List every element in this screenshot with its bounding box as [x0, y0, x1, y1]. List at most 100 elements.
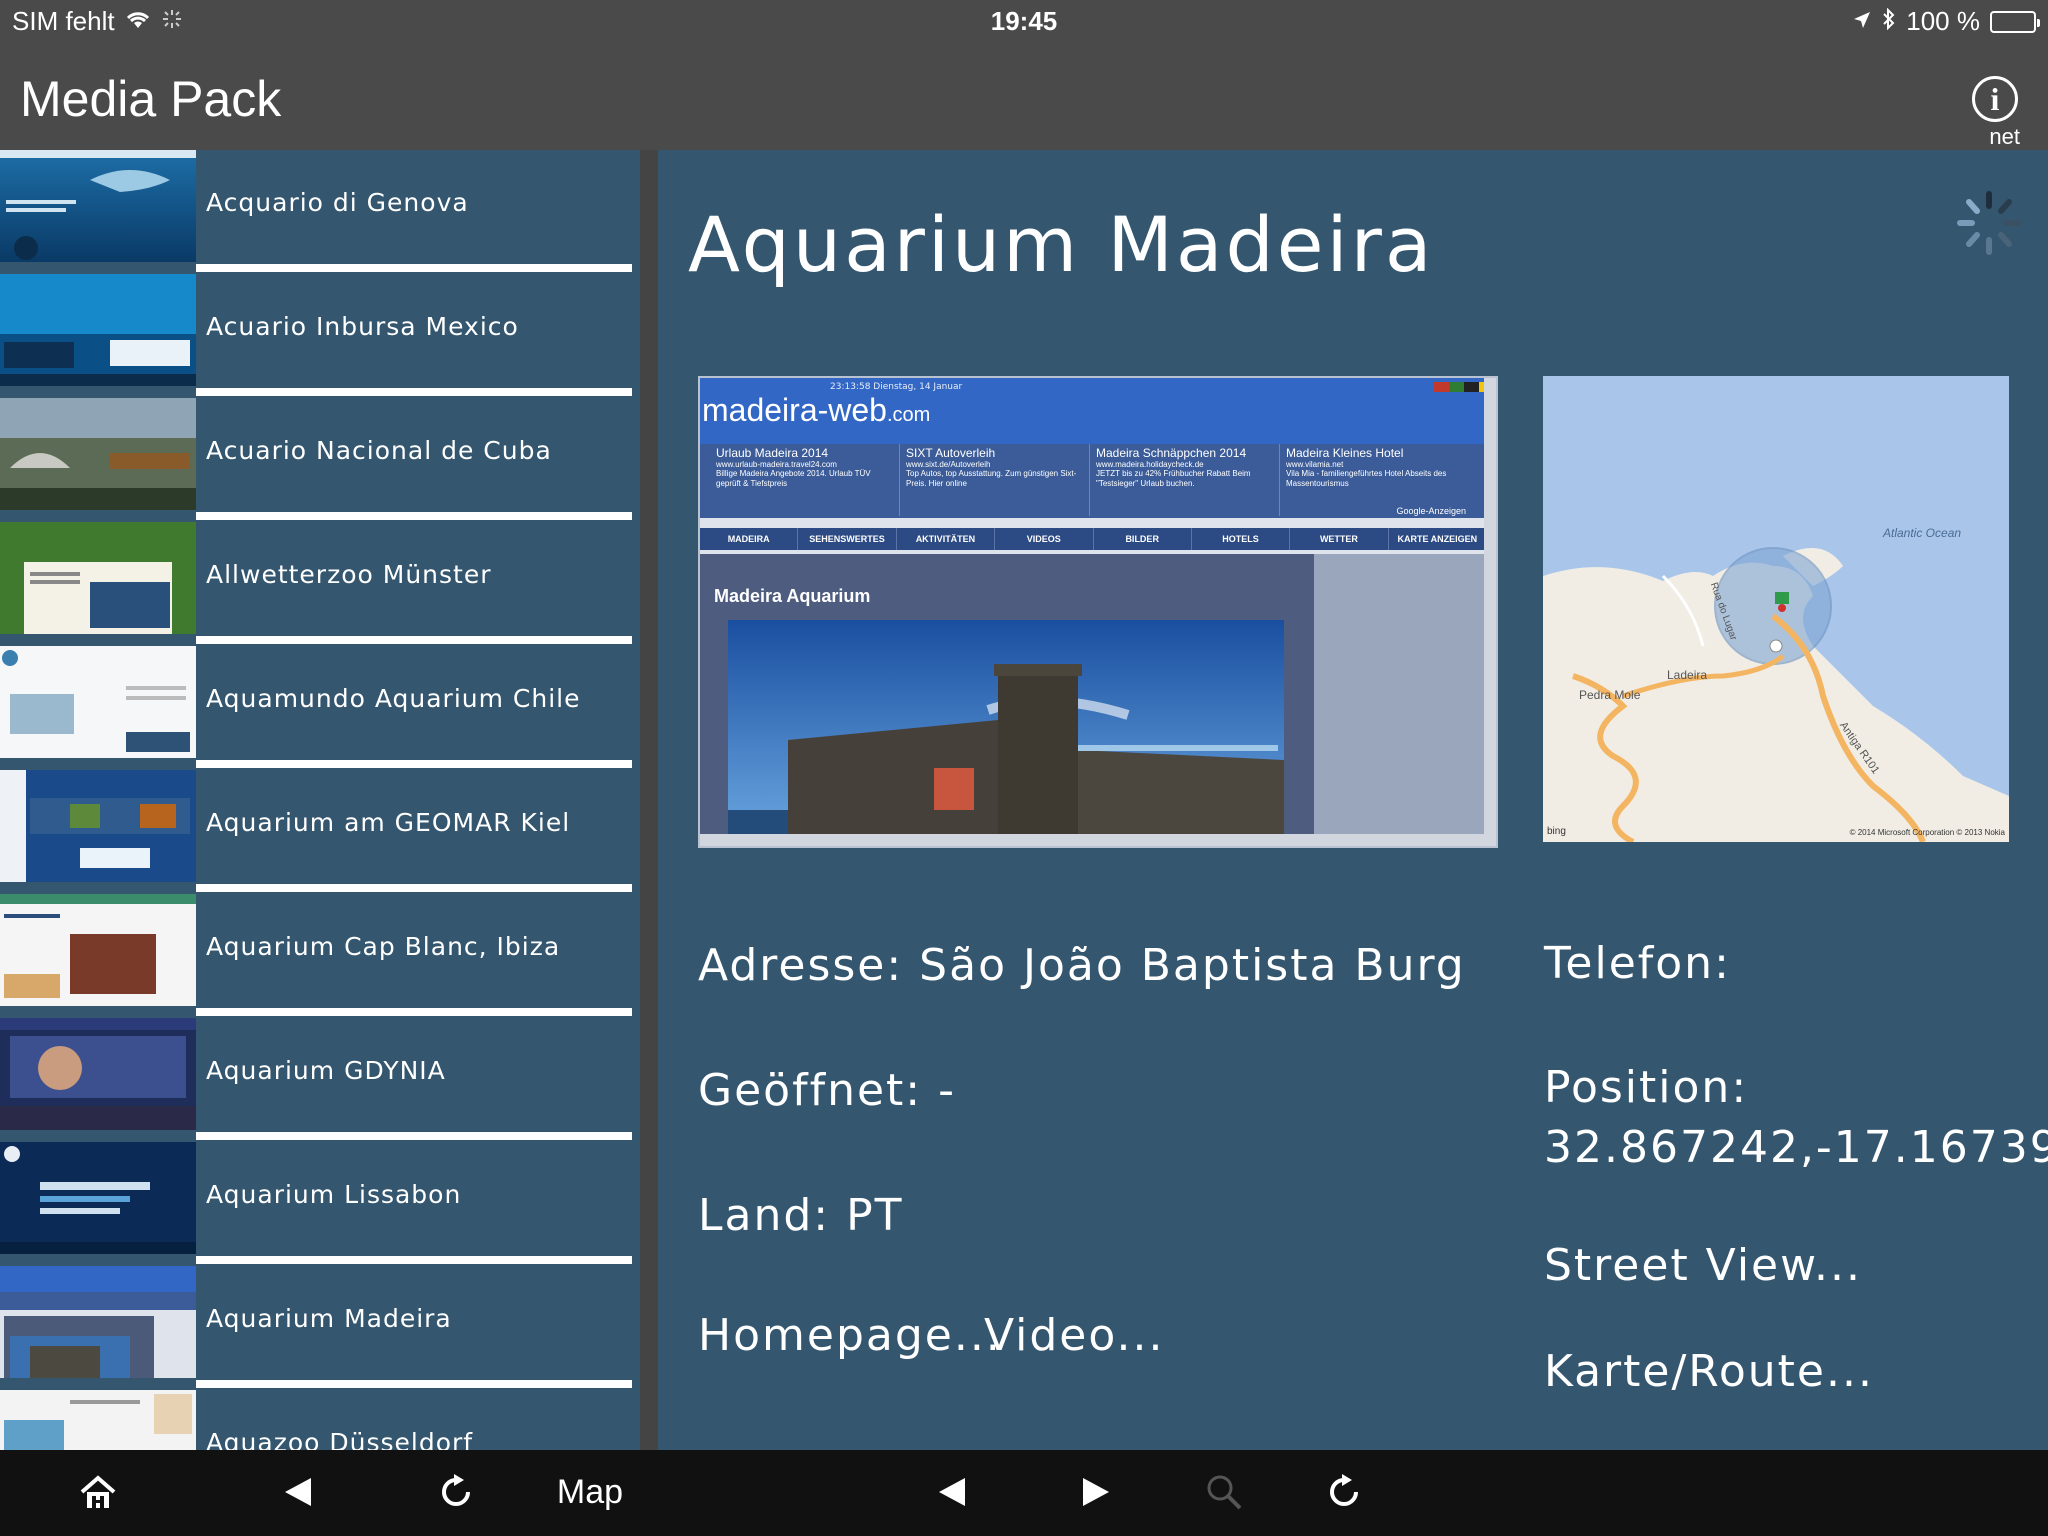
list-item[interactable]: Aquarium GDYNIA — [0, 1018, 640, 1142]
app-title: Media Pack — [20, 71, 282, 127]
list-item[interactable]: Aquarium Lissabon — [0, 1142, 640, 1266]
preview-site-tld: .com — [886, 404, 931, 426]
list-item-label: Acuario Inbursa Mexico — [206, 312, 519, 341]
preview-date: 23:13:58 Dienstag, 14 Januar — [830, 382, 963, 392]
map-place-label: Ladeira — [1667, 668, 1708, 682]
home-button[interactable] — [70, 1464, 126, 1520]
thumbnail-image — [0, 894, 196, 1006]
position-value: 32.867242,-17.167395 — [1544, 1122, 2048, 1173]
video-link[interactable]: Video... — [984, 1310, 1164, 1361]
browser-forward-button[interactable] — [1068, 1464, 1124, 1520]
browser-back-button[interactable] — [924, 1464, 980, 1520]
list-item-divider — [196, 1008, 632, 1016]
preview-menu-item[interactable]: MADEIRA — [700, 528, 799, 550]
thumbnail-image — [0, 274, 196, 386]
clock: 19:45 — [990, 6, 1058, 36]
detail-panel: Aquarium Madeira 23:13:58 Dienstag, 14 J… — [658, 150, 2048, 1450]
street-view-link[interactable]: Street View... — [1544, 1240, 1862, 1291]
browser-reload-button[interactable] — [1316, 1464, 1372, 1520]
preview-scrollbar[interactable] — [1484, 378, 1496, 846]
list-item-label: Aquamundo Aquarium Chile — [206, 684, 581, 713]
map-route-link[interactable]: Karte/Route... — [1544, 1346, 1874, 1397]
country-field: Land: PT — [698, 1190, 904, 1241]
preview-site-name: madeira-web — [702, 392, 887, 428]
list-item-label: Acquario di Genova — [206, 188, 469, 217]
list-item[interactable]: Aquazoo Düsseldorf — [0, 1390, 640, 1450]
list-item-divider — [196, 388, 632, 396]
list-item-divider — [196, 1256, 632, 1264]
list-item-divider — [196, 884, 632, 892]
thumbnail-image — [0, 522, 196, 634]
list-item-divider — [196, 264, 632, 272]
reload-icon — [436, 1472, 476, 1512]
preview-menu-item[interactable]: AKTIVITÄTEN — [897, 528, 996, 550]
ad-item[interactable]: Urlaub Madeira 2014 www.urlaub-madeira.t… — [710, 444, 900, 516]
position-label: Position: — [1544, 1062, 1749, 1113]
list-item-label: Aquarium Cap Blanc, Ibiza — [206, 932, 561, 961]
location-icon — [1852, 6, 1872, 37]
list-item[interactable]: Acuario Inbursa Mexico — [0, 274, 640, 398]
map-preview[interactable]: Atlantic Ocean Pedra Mole Ladeira Antiga… — [1543, 376, 2009, 842]
bluetooth-icon — [1882, 6, 1896, 37]
thumbnail-image — [0, 1390, 196, 1450]
preview-horizontal-scrollbar[interactable] — [700, 834, 1496, 846]
list-item[interactable]: Aquarium Madeira — [0, 1266, 640, 1390]
list-item-label: Aquarium Madeira — [206, 1304, 452, 1333]
preview-page-heading: Madeira Aquarium — [714, 586, 871, 606]
map-ocean-label: Atlantic Ocean — [1883, 526, 1962, 540]
thumbnail-image — [0, 1018, 196, 1130]
preview-menu-item[interactable]: KARTE ANZEIGEN — [1389, 528, 1486, 550]
ad-item[interactable]: Madeira Schnäppchen 2014 www.madeira.hol… — [1090, 444, 1280, 516]
ad-item[interactable]: Madeira Kleines Hotel www.vilamia.net Vi… — [1280, 444, 1470, 516]
list-item-divider — [196, 512, 632, 520]
list-reload-button[interactable] — [428, 1464, 484, 1520]
loading-spinner-icon — [1954, 188, 2024, 258]
preview-menu-item[interactable]: SEHENSWERTES — [798, 528, 897, 550]
list-item-label: Aquarium Lissabon — [206, 1180, 462, 1209]
map-copyright: © 2014 Microsoft Corporation © 2013 Noki… — [1849, 828, 2005, 837]
ads-label: Google-Anzeigen — [1396, 506, 1466, 516]
list-item-label: Aquazoo Düsseldorf — [206, 1428, 474, 1450]
list-item[interactable]: Acuario Nacional de Cuba — [0, 398, 640, 522]
homepage-link[interactable]: Homepage... — [698, 1310, 1002, 1361]
list-item[interactable]: Acquario di Genova — [0, 150, 640, 274]
ad-item[interactable]: SIXT Autoverleih www.sixt.de/Autoverleih… — [900, 444, 1090, 516]
detail-title: Aquarium Madeira — [688, 200, 1435, 289]
split-divider[interactable] — [640, 150, 658, 1450]
list-back-button[interactable] — [270, 1464, 326, 1520]
website-preview[interactable]: 23:13:58 Dienstag, 14 Januar madeira-web… — [698, 376, 1498, 848]
search-button[interactable] — [1196, 1464, 1252, 1520]
reload-icon — [1324, 1472, 1364, 1512]
opening-hours-field: Geöffnet: - — [698, 1065, 956, 1116]
list-item-divider — [196, 1380, 632, 1388]
preview-menu-item[interactable]: VIDEOS — [995, 528, 1094, 550]
thumbnail-image — [0, 1142, 196, 1254]
list-item-label: Aquarium am GEOMAR Kiel — [206, 808, 571, 837]
preview-menu-item[interactable]: HOTELS — [1192, 528, 1291, 550]
list-item[interactable]: Aquarium am GEOMAR Kiel — [0, 770, 640, 894]
battery-icon — [1990, 10, 2040, 33]
info-button[interactable]: i — [1972, 76, 2018, 122]
thumbnail-image — [0, 150, 196, 262]
aquarium-photo — [728, 620, 1284, 838]
list-item-label: Acuario Nacional de Cuba — [206, 436, 552, 465]
list-item-label: Allwetterzoo Münster — [206, 560, 492, 589]
preview-menu-item[interactable]: WETTER — [1290, 528, 1389, 550]
triangle-right-icon — [1079, 1475, 1113, 1509]
list-item[interactable]: Aquamundo Aquarium Chile — [0, 646, 640, 770]
preview-menu-item[interactable]: BILDER — [1094, 528, 1192, 550]
navigation-bar: Media Pack i net — [0, 40, 2048, 150]
ad-block: Urlaub Madeira 2014 www.urlaub-madeira.t… — [710, 444, 1480, 516]
map-button[interactable]: Map — [540, 1464, 640, 1520]
list-item[interactable]: Aquarium Cap Blanc, Ibiza — [0, 894, 640, 1018]
list-item-divider — [196, 760, 632, 768]
aquarium-list[interactable]: Acquario di Genova Acuario Inbursa Mexic… — [0, 150, 640, 1450]
status-bar: SIM fehlt 19:45 100 % — [0, 0, 2048, 40]
triangle-left-icon — [281, 1475, 315, 1509]
search-icon — [1204, 1472, 1244, 1512]
list-item[interactable]: Allwetterzoo Münster — [0, 522, 640, 646]
list-item-divider — [196, 1132, 632, 1140]
thumbnail-image — [0, 398, 196, 510]
map-place-label: Pedra Mole — [1579, 688, 1641, 702]
preview-menu: MADEIRA SEHENSWERTES AKTIVITÄTEN VIDEOS … — [700, 528, 1486, 550]
